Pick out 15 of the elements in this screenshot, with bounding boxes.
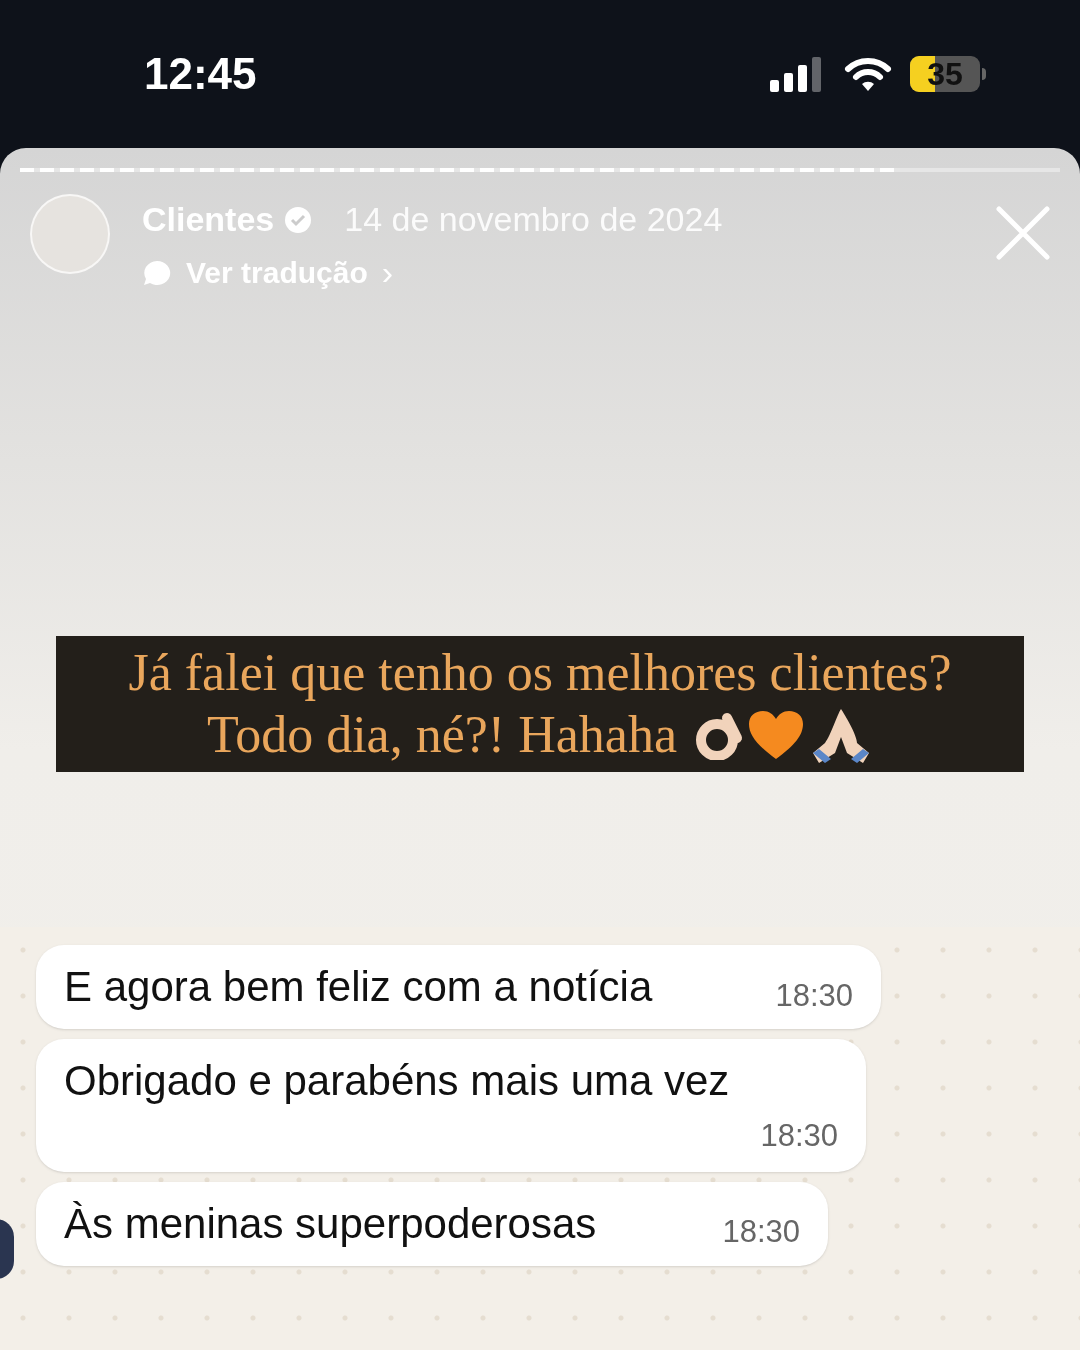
close-icon[interactable] bbox=[996, 206, 1050, 260]
heart-icon bbox=[746, 709, 805, 761]
chevron: › bbox=[381, 252, 394, 293]
message-text: E agora bem feliz com a notícia bbox=[64, 962, 653, 1012]
speech-bubble-icon bbox=[142, 258, 172, 287]
caption-text: Já falei que tenho os melhores clientes? bbox=[128, 643, 952, 703]
message-time: 18:30 bbox=[722, 1213, 800, 1251]
message-time: 18:30 bbox=[760, 1117, 838, 1155]
verified-badge-icon bbox=[284, 205, 313, 234]
caption-text: Todo dia, né?! Hahaha bbox=[207, 705, 677, 765]
message-time: 18:30 bbox=[775, 976, 853, 1015]
message-text: Às meninas superpoderosas bbox=[64, 1198, 597, 1249]
status-time: 12:45 bbox=[144, 48, 257, 100]
wifi-icon bbox=[844, 56, 892, 92]
message-text: Obrigado e parabéns mais uma vez bbox=[64, 1056, 731, 1106]
